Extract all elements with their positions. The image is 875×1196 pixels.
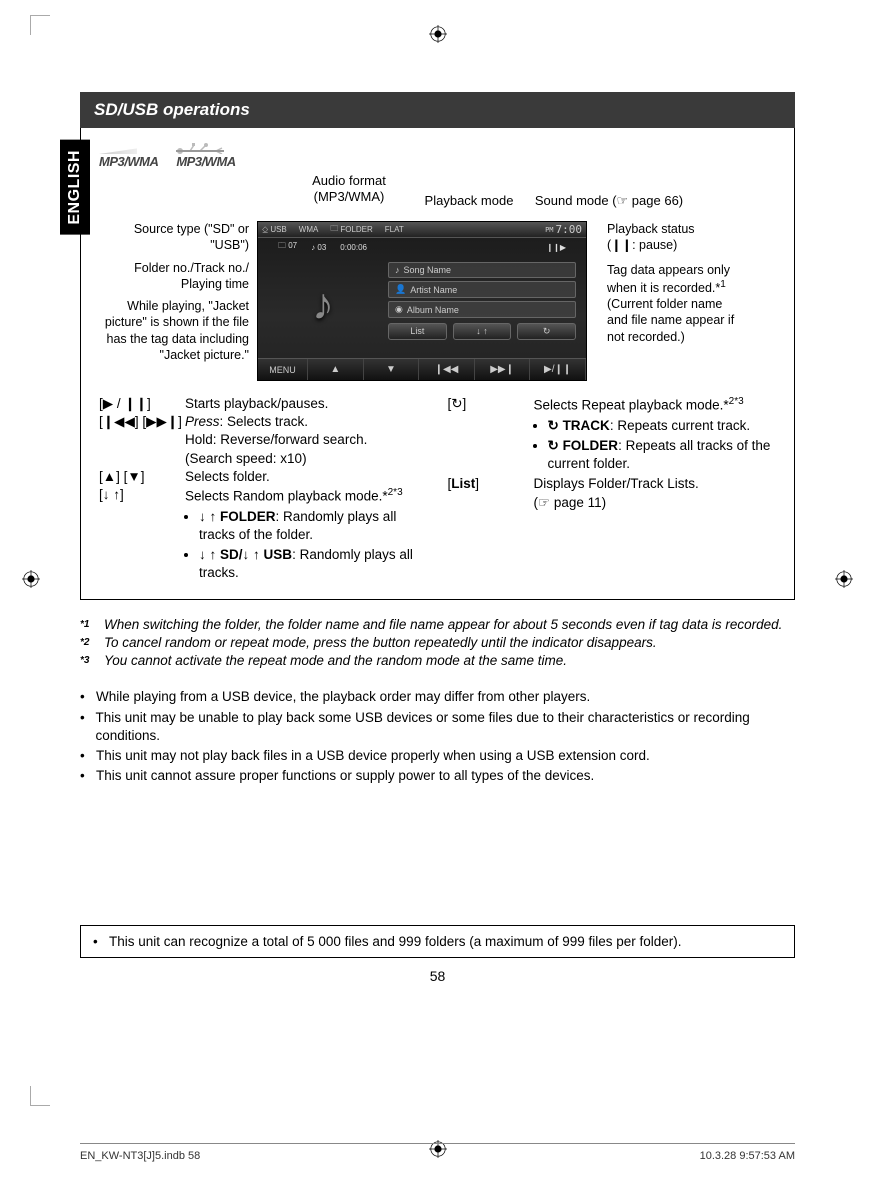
jacket-picture-callout: While playing, "Jacket picture" is shown… [99,298,249,363]
section-title: SD/USB operations [80,92,795,128]
artist-name: 👤 Artist Name [388,281,576,298]
device-screen: ⎐ USB WMA 🗀FOLDER FLAT PM 7:00 🗀 07 ♪ 03… [257,221,587,381]
main-box: MP3/WMA MP3/WMA Audio format (MP3/WMA) P… [80,128,795,600]
footnote-text: To cancel random or repeat mode, press t… [104,634,795,652]
folder-no: 🗀 07 [278,240,297,254]
folder-desc: Selects folder. [185,468,428,486]
sd-format-label: MP3/WMA [99,154,158,169]
footnote-marker: *3 [80,652,104,670]
album-art-area: ♪ [258,262,388,348]
footnote-marker: *2 [80,634,104,652]
registration-mark-icon [22,570,40,588]
folder-track-callout: Folder no./Track no./ Playing time [99,260,249,293]
album-name: ◉ Album Name [388,301,576,318]
footnote-marker: *1 [80,616,104,634]
playback-status-callout: Playback status (❙❙: pause) [607,221,757,254]
note-text: This unit may not play back files in a U… [96,747,650,765]
folder-indicator: 🗀FOLDER [330,223,372,237]
diagram: Source type ("SD" or "USB") Folder no./T… [99,221,776,381]
list-key: [List] [448,475,528,511]
repeat-key: [↻] [448,395,528,475]
crop-mark [30,15,50,35]
tag-data-callout: Tag data appears only when it is recorde… [607,262,757,345]
list-button[interactable]: List [388,323,447,340]
music-note-icon: ♪ [312,280,334,330]
footnotes: *1When switching the folder, the folder … [80,616,795,671]
sd-format-icon: MP3/WMA [99,140,158,169]
crop-mark [30,1086,50,1106]
sound-mode-label: Sound mode (☞ page 66) [519,193,699,209]
repeat-button[interactable]: ↻ [517,323,576,340]
page-number: 58 [80,968,795,984]
format-indicator: WMA [299,225,319,234]
right-callouts: Playback status (❙❙: pause) Tag data app… [607,221,757,353]
clock: PM 7:00 [545,223,582,236]
capacity-note-text: This unit can recognize a total of 5 000… [109,934,682,949]
usb-format-label: MP3/WMA [176,154,235,169]
next-track-button[interactable]: ▶▶❙ [475,359,531,380]
registration-mark-icon [835,570,853,588]
left-callouts: Source type ("SD" or "USB") Folder no./T… [99,221,249,369]
repeat-desc: Selects Repeat playback mode.*2*3 ↻ TRAC… [534,395,777,475]
note-text: While playing from a USB device, the pla… [96,688,590,706]
playback-status-icon: ❙❙▶ [546,243,566,252]
random-button[interactable]: ↓ ↑ [453,323,512,340]
print-footer: EN_KW-NT3[J]5.indb 58 10.3.28 9:57:53 AM [80,1143,795,1162]
song-name: ♪ Song Name [388,262,576,278]
menu-button[interactable]: MENU [258,359,308,380]
usb-notes: •While playing from a USB device, the pl… [80,688,795,785]
random-key: [↓ ↑] [99,486,179,585]
random-desc: Selects Random playback mode.*2*3 ↓ ↑ FO… [185,486,428,585]
play-pause-desc: Starts playback/pauses. [185,395,428,413]
play-pause-key: [▶ / ❙❙] [99,395,179,413]
registration-mark-icon [429,25,447,43]
usb-format-icon: MP3/WMA [176,140,235,169]
track-skip-key: [❙◀◀] [▶▶❙] [99,413,179,468]
folder-down-button[interactable]: ▼ [364,359,420,380]
note-text: This unit cannot assure proper functions… [96,767,594,785]
screen-bottombar: MENU ▲ ▼ ❙◀◀ ▶▶❙ ▶/❙❙ [258,358,586,380]
footnote-text: You cannot activate the repeat mode and … [104,652,795,670]
screen-topbar: ⎐ USB WMA 🗀FOLDER FLAT PM 7:00 [258,222,586,238]
language-tab: ENGLISH [60,140,90,235]
folder-up-button[interactable]: ▲ [308,359,364,380]
eq-indicator: FLAT [385,225,404,234]
screen-info-row: 🗀 07 ♪ 03 0:00:06 ❙❙▶ [258,238,586,256]
folder-key: [▲] [▼] [99,468,179,486]
format-icons: MP3/WMA MP3/WMA [99,140,776,169]
source-indicator: ⎐ USB [262,225,287,235]
tag-data-area: ♪ Song Name 👤 Artist Name ◉ Album Name L… [388,262,586,348]
track-no: ♪ 03 [311,243,326,252]
file-name: EN_KW-NT3[J]5.indb 58 [80,1150,200,1162]
note-text: This unit may be unable to play back som… [95,709,795,745]
capacity-note-box: •This unit can recognize a total of 5 00… [80,925,795,958]
manual-page: ENGLISH SD/USB operations MP3/WMA MP3/WM… [0,0,875,1196]
timestamp: 10.3.28 9:57:53 AM [700,1150,795,1162]
footnote-text: When switching the folder, the folder na… [104,616,795,634]
playback-mode-label: Playback mode [409,193,529,209]
play-time: 0:00:06 [340,243,367,252]
play-pause-button[interactable]: ▶/❙❙ [530,359,586,380]
diagram-top-labels: Audio format (MP3/WMA) Playback mode Sou… [99,173,776,221]
track-skip-desc: Press: Selects track. Hold: Reverse/forw… [185,413,428,468]
controls-table: [▶ / ❙❙] Starts playback/pauses. [❙◀◀] [… [99,395,776,585]
list-desc: Displays Folder/Track Lists. (☞ page 11) [534,475,777,511]
prev-track-button[interactable]: ❙◀◀ [419,359,475,380]
audio-format-label: Audio format (MP3/WMA) [289,173,409,204]
source-type-callout: Source type ("SD" or "USB") [99,221,249,254]
